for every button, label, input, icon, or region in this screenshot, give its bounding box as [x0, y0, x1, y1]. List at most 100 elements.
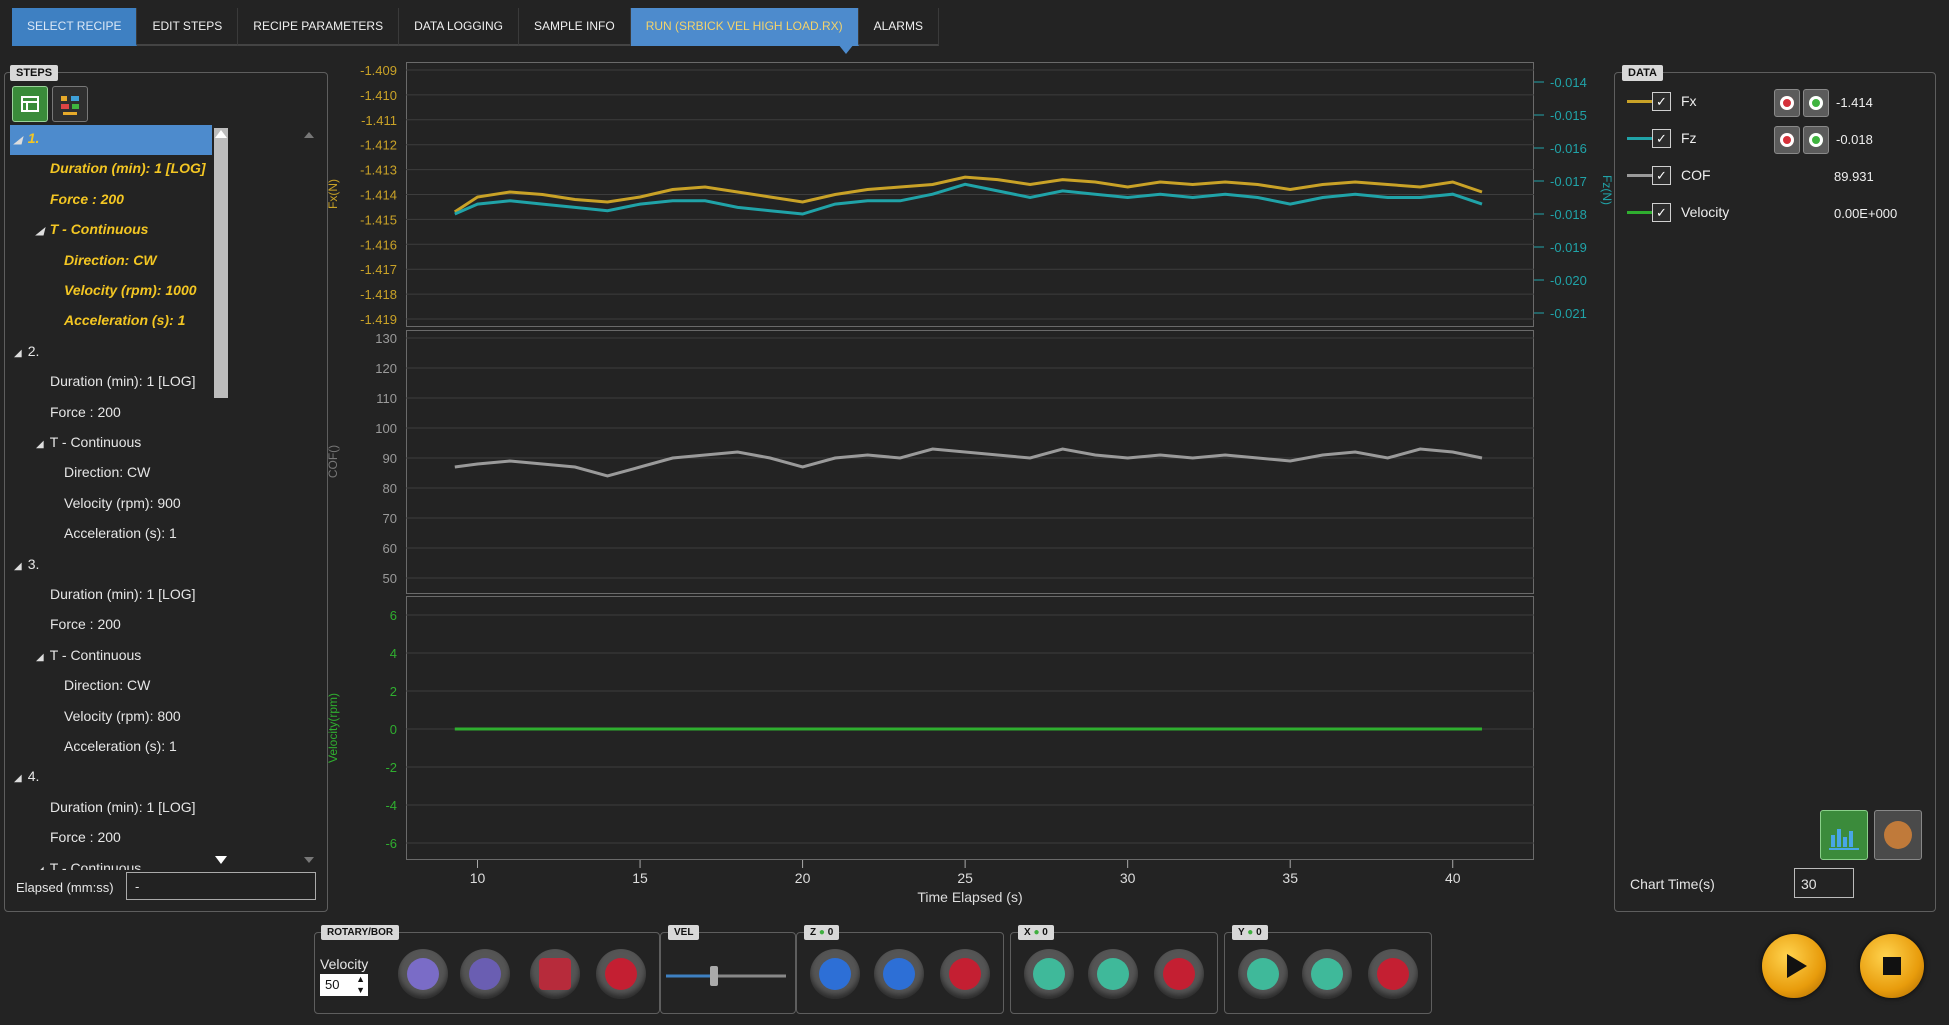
y2-axis-label: Fz(N)	[1600, 175, 1614, 205]
x-tick-label: 40	[1445, 870, 1461, 886]
step-tree-item[interactable]: Velocity (rpm): 900	[64, 495, 181, 511]
expand-arrow-icon[interactable]: ◢	[36, 439, 44, 450]
step-tree-item[interactable]: Acceleration (s): 1	[64, 312, 185, 328]
x-left-button[interactable]	[1024, 949, 1074, 999]
x-axis-label: X ● 0	[1018, 925, 1054, 940]
arrow-down-icon	[1247, 958, 1279, 990]
step-tree-item[interactable]: Force : 200	[50, 404, 121, 420]
step-tree-item[interactable]: ◢ T - Continuous	[36, 860, 141, 870]
stop-rotary-button[interactable]	[530, 949, 580, 999]
home-button[interactable]	[1874, 810, 1922, 860]
rotary-home-button[interactable]	[596, 949, 646, 999]
tree-view-button[interactable]	[12, 86, 48, 122]
tab-select-recipe[interactable]: SELECT RECIPE	[12, 8, 138, 46]
stepper-arrows-icon[interactable]: ▲ ▼	[356, 974, 365, 996]
expand-arrow-icon[interactable]: ◢	[14, 561, 22, 572]
step-tree-item[interactable]: Direction: CW	[64, 677, 150, 693]
play-button[interactable]	[1762, 934, 1826, 998]
y-tick-label: 4	[390, 646, 397, 661]
record-fz-button[interactable]	[1774, 126, 1800, 154]
steps-tree[interactable]: ◢ 1. Duration (min): 1 [LOG] Force : 200 ◢ T …	[6, 125, 211, 870]
elapsed-field[interactable]: -	[126, 872, 316, 900]
scroll-down-arrow-icon[interactable]	[215, 856, 227, 864]
x-home-button[interactable]	[1154, 949, 1204, 999]
step-tree-label: 4.	[27, 768, 40, 785]
tab-data-logging[interactable]: DATA LOGGING	[399, 8, 519, 46]
checkbox-fz[interactable]: ✓	[1652, 129, 1671, 148]
step-tree-item[interactable]: Force : 200	[50, 829, 121, 845]
step-tree-item[interactable]: ◢ T - Continuous	[36, 434, 141, 450]
step-tree-item[interactable]: Acceleration (s): 1	[64, 738, 177, 754]
rotate-ccw-button[interactable]	[398, 949, 448, 999]
step-tree-item[interactable]: Acceleration (s): 1	[64, 525, 177, 541]
data-series-value: 89.931	[1834, 169, 1874, 184]
tab-run-srbick-vel-high-load-rx[interactable]: RUN (SRBICK VEL HIGH LOAD.RX)	[630, 8, 859, 54]
checkbox-cof[interactable]: ✓	[1652, 166, 1671, 185]
y-tick-label: -4	[385, 798, 397, 813]
scroll-up-arrow-icon[interactable]	[215, 130, 227, 138]
z-down-button[interactable]	[810, 949, 860, 999]
scroll-up-icon-secondary[interactable]	[304, 132, 314, 138]
expand-arrow-icon[interactable]: ◢	[36, 865, 44, 870]
step-tree-item[interactable]: Force : 200	[50, 191, 124, 207]
chart-time-input[interactable]: 30	[1794, 868, 1854, 898]
data-panel	[1614, 72, 1936, 912]
settings-view-button[interactable]	[52, 86, 88, 122]
step-tree-item[interactable]: ◢ T - Continuous	[36, 647, 141, 663]
expand-arrow-icon[interactable]: ◢	[36, 226, 44, 237]
expand-arrow-icon[interactable]: ◢	[14, 773, 22, 784]
rotate-cw-icon	[469, 958, 501, 990]
velocity-stepper[interactable]: 50 ▲ ▼	[320, 974, 368, 996]
step-tree-item[interactable]: Velocity (rpm): 800	[64, 708, 181, 724]
expand-arrow-icon[interactable]: ◢	[36, 652, 44, 663]
y-tick-label: -1.415	[360, 212, 397, 227]
step-tree-item[interactable]: Duration (min): 1 [LOG]	[50, 373, 196, 389]
chart-toggle-button[interactable]	[1820, 810, 1868, 860]
step-tree-item[interactable]: ◢ 3.	[14, 556, 39, 572]
x-right-button[interactable]	[1088, 949, 1138, 999]
step-tree-item[interactable]: Duration (min): 1 [LOG]	[50, 160, 206, 176]
y-down-button[interactable]	[1238, 949, 1288, 999]
expand-arrow-icon[interactable]: ◢	[14, 135, 22, 146]
step-tree-item[interactable]: Direction: CW	[64, 464, 150, 480]
scroll-down-icon-secondary[interactable]	[304, 857, 314, 863]
step-tree-item[interactable]: ◢ 4.	[14, 768, 39, 784]
stop-button[interactable]	[1860, 934, 1924, 998]
data-series-value: -1.414	[1836, 95, 1873, 110]
step-tree-item[interactable]: Force : 200	[50, 616, 121, 632]
step-tree-item[interactable]: ◢ 1.	[14, 130, 39, 146]
z-home-button[interactable]	[940, 949, 990, 999]
step-tree-item[interactable]: ◢ T - Continuous	[36, 221, 148, 237]
step-tree-item[interactable]: ◢ 2.	[14, 343, 39, 359]
step-tree-item[interactable]: Direction: CW	[64, 252, 157, 268]
z-up-button[interactable]	[874, 949, 924, 999]
y-up-button[interactable]	[1302, 949, 1352, 999]
y2-tick-label: -0.017	[1550, 174, 1587, 189]
record-fx-button[interactable]	[1774, 89, 1800, 117]
rotate-cw-button[interactable]	[460, 949, 510, 999]
minus-icon	[539, 958, 571, 990]
tab-sample-info[interactable]: SAMPLE INFO	[519, 8, 631, 46]
tab-recipe-parameters[interactable]: RECIPE PARAMETERS	[238, 8, 400, 46]
rotate-ccw-icon	[407, 958, 439, 990]
step-tree-item[interactable]: Duration (min): 1 [LOG]	[50, 799, 196, 815]
step-tree-item[interactable]: Velocity (rpm): 1000	[64, 282, 197, 298]
checkbox-velocity[interactable]: ✓	[1652, 203, 1671, 222]
zero-fz-button[interactable]	[1803, 126, 1829, 154]
checkbox-fx[interactable]: ✓	[1652, 92, 1671, 111]
tab-alarms[interactable]: ALARMS	[858, 8, 939, 46]
data-series-name: Fx	[1681, 93, 1697, 109]
step-tree-label: Force : 200	[50, 616, 121, 633]
expand-arrow-icon[interactable]: ◢	[14, 348, 22, 359]
y-tick-label: -1.410	[360, 88, 397, 103]
x-value: 0	[1042, 927, 1048, 938]
y-home-button[interactable]	[1368, 949, 1418, 999]
zero-fx-button[interactable]	[1803, 89, 1829, 117]
step-tree-label: 1.	[27, 130, 40, 146]
y-tick-label: -6	[385, 836, 397, 851]
y-axis-label: Fx(N)	[326, 179, 340, 209]
steps-scrollbar-thumb[interactable]	[214, 128, 228, 398]
step-tree-label: Duration (min): 1 [LOG]	[50, 160, 206, 177]
step-tree-item[interactable]: Duration (min): 1 [LOG]	[50, 586, 196, 602]
tab-edit-steps[interactable]: EDIT STEPS	[137, 8, 239, 46]
